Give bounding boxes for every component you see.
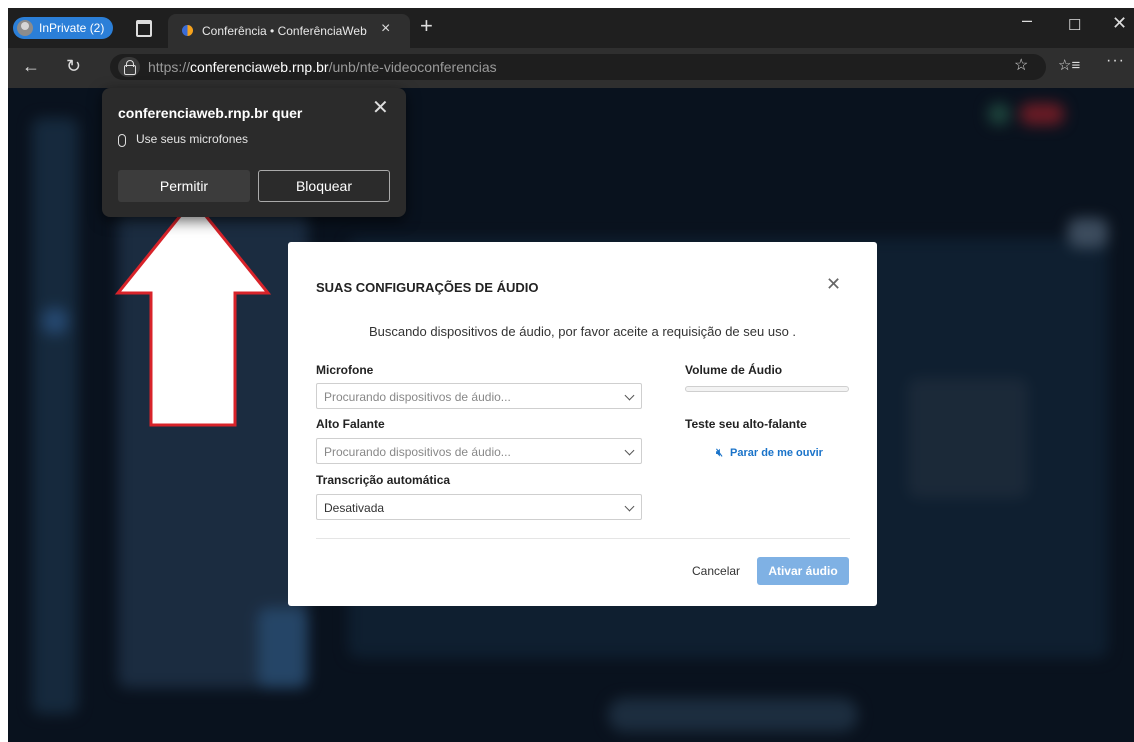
more-icon[interactable]: ··· (1106, 52, 1125, 70)
microphone-icon (118, 134, 126, 147)
url-text: https://conferenciaweb.rnp.br/unb/nte-vi… (148, 59, 497, 75)
stop-hearing-link[interactable]: 🔇︎ Parar de me ouvir (716, 447, 823, 459)
profile-avatar-icon (17, 20, 33, 36)
audio-settings-modal: SUAS CONFIGURAÇÕES DE ÁUDIO ✕ Buscando d… (288, 242, 877, 606)
url-host: conferenciaweb.rnp.br (190, 59, 329, 75)
favorites-icon[interactable]: ☆≡ (1058, 56, 1080, 74)
minimize-icon[interactable]: – (1022, 10, 1032, 31)
microphone-select-value: Procurando dispositivos de áudio... (324, 390, 511, 404)
speaker-select[interactable]: Procurando dispositivos de áudio... (316, 438, 642, 464)
transcription-label: Transcrição automática (316, 473, 451, 487)
profile-label: InPrivate (2) (39, 21, 105, 35)
back-arrow-icon[interactable]: ← (22, 56, 40, 77)
stop-hearing-label: Parar de me ouvir (730, 447, 823, 459)
cancel-button[interactable]: Cancelar (684, 558, 749, 584)
speaker-select-value: Procurando dispositivos de áudio... (324, 445, 511, 459)
inprivate-profile-button[interactable]: InPrivate (2) (13, 17, 114, 39)
speaker-mute-icon: 🔇︎ (716, 447, 723, 459)
refresh-icon[interactable]: ↻ (66, 56, 81, 77)
tab-title: Conferência • ConferênciaWeb (202, 24, 367, 38)
modal-close-icon[interactable]: ✕ (826, 274, 841, 295)
modal-title: SUAS CONFIGURAÇÕES DE ÁUDIO (316, 280, 539, 295)
active-tab[interactable]: Conferência • ConferênciaWeb × (168, 14, 410, 48)
address-toolbar: ← ↻ https://conferenciaweb.rnp.br/unb/nt… (8, 48, 1134, 88)
tab-actions-icon[interactable] (136, 20, 152, 37)
tab-strip: InPrivate (2) Conferência • ConferênciaW… (8, 8, 1134, 48)
transcription-select-value: Desativada (324, 501, 385, 515)
address-bar[interactable]: https://conferenciaweb.rnp.br/unb/nte-vi… (110, 54, 1046, 80)
modal-divider (316, 538, 850, 539)
tab-close-icon[interactable]: × (381, 20, 390, 38)
site-favicon (182, 25, 193, 36)
new-tab-button[interactable]: + (420, 13, 433, 39)
volume-meter (685, 386, 849, 392)
favorite-star-icon[interactable]: ☆ (1014, 55, 1028, 75)
lock-icon[interactable] (118, 57, 140, 77)
microphone-permission-popup: conferenciaweb.rnp.br quer ✕ Use seus mi… (102, 88, 406, 217)
chevron-down-icon (624, 390, 635, 401)
window-close-icon[interactable]: ✕ (1112, 13, 1127, 34)
chevron-down-icon (624, 501, 635, 512)
transcription-select[interactable]: Desativada (316, 494, 642, 520)
block-button[interactable]: Bloquear (258, 170, 390, 202)
activate-audio-button[interactable]: Ativar áudio (757, 557, 849, 585)
permission-site: conferenciaweb.rnp.br quer (118, 105, 303, 121)
browser-window: InPrivate (2) Conferência • ConferênciaW… (8, 8, 1134, 742)
microphone-label: Microfone (316, 363, 374, 377)
speaker-label: Alto Falante (316, 417, 385, 431)
pointer-arrow-illustration (114, 198, 272, 427)
permission-close-icon[interactable]: ✕ (372, 95, 389, 120)
modal-message: Buscando dispositivos de áudio, por favo… (368, 324, 797, 339)
volume-label: Volume de Áudio (685, 363, 783, 377)
maximize-icon[interactable]: ☐ (1068, 16, 1081, 34)
speaker-test-label: Teste seu alto-falante (685, 417, 807, 431)
microphone-select[interactable]: Procurando dispositivos de áudio... (316, 383, 642, 409)
chevron-down-icon (624, 445, 635, 456)
allow-button[interactable]: Permitir (118, 170, 250, 202)
permission-request: Use seus microfones (136, 132, 249, 146)
